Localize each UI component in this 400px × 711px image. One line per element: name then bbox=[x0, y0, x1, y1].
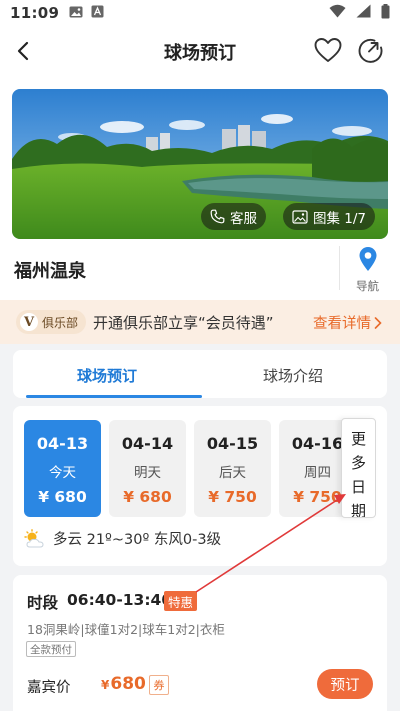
payment-type-badge: 全款预付 bbox=[26, 641, 76, 657]
date-card-day: 后天 bbox=[219, 465, 246, 481]
date-card-0414[interactable]: 04-14 明天 ¥ 680 bbox=[109, 420, 186, 517]
gallery-button[interactable]: 图集 1/7 bbox=[283, 203, 376, 230]
app-notification-icon bbox=[91, 4, 104, 22]
tab-course-intro[interactable]: 球场介绍 bbox=[263, 365, 323, 386]
club-badge: V 俱乐部 bbox=[16, 310, 87, 334]
date-card-price: ¥ 680 bbox=[38, 488, 87, 506]
page-title: 球场预订 bbox=[164, 43, 236, 64]
view-details-label: 查看详情 bbox=[313, 316, 371, 332]
signal-icon bbox=[356, 4, 371, 22]
nav-bar: 球场预订 bbox=[0, 26, 400, 78]
phone-icon bbox=[210, 209, 225, 224]
active-tab-indicator bbox=[26, 395, 202, 398]
course-name: 福州温泉 bbox=[14, 261, 86, 282]
date-card-day: 明天 bbox=[134, 465, 161, 481]
battery-icon bbox=[381, 3, 390, 23]
status-time: 11:09 bbox=[10, 4, 60, 22]
slot-description: 18洞果岭|球僮1对2|球车1对2|衣柜 bbox=[27, 622, 225, 637]
vip-v-icon: V bbox=[20, 313, 38, 331]
date-card-price: ¥ 680 bbox=[123, 488, 172, 506]
chevron-right-icon bbox=[374, 316, 382, 329]
date-card-price: ¥ 750 bbox=[208, 488, 257, 506]
special-offer-badge: 特惠 bbox=[164, 591, 198, 611]
guest-price-value: 680 bbox=[110, 674, 146, 694]
map-pin-icon bbox=[359, 247, 376, 271]
status-bar: 11:09 bbox=[0, 0, 400, 26]
more-dates-char: 更 bbox=[350, 430, 366, 448]
currency-symbol: ¥ bbox=[101, 678, 110, 692]
date-card-date: 04-13 bbox=[36, 434, 89, 453]
weather-text: 多云 21º~30º 东风0-3级 bbox=[53, 532, 222, 548]
slot-time: 06:40-13:40 bbox=[67, 591, 173, 609]
guest-price: ¥680 bbox=[101, 674, 146, 694]
divider bbox=[339, 246, 340, 290]
date-card-date: 04-14 bbox=[121, 434, 174, 453]
date-card-0415[interactable]: 04-15 后天 ¥ 750 bbox=[194, 420, 271, 517]
tab-bar: 球场预订 球场介绍 bbox=[13, 350, 387, 398]
date-card-date: 04-15 bbox=[206, 434, 259, 453]
club-promo-banner[interactable]: V 俱乐部 开通俱乐部立享“会员待遇” 查看详情 bbox=[0, 300, 400, 344]
partly-cloudy-icon bbox=[24, 528, 44, 547]
gallery-count-label: 图集 1/7 bbox=[313, 210, 367, 227]
image-icon bbox=[292, 209, 308, 224]
chevron-left-icon bbox=[17, 41, 29, 61]
view-details-link[interactable]: 查看详情 bbox=[313, 312, 382, 333]
customer-service-label: 客服 bbox=[230, 210, 257, 227]
back-button[interactable] bbox=[8, 36, 38, 66]
tee-time-card: 时段 06:40-13:40 特惠 18洞果岭|球僮1对2|球车1对2|衣柜 全… bbox=[13, 575, 387, 711]
favorite-button[interactable] bbox=[314, 37, 344, 67]
more-dates-char: 期 bbox=[350, 502, 366, 518]
course-photo[interactable]: 客服 图集 1/7 bbox=[12, 89, 388, 239]
photo-notification-icon bbox=[69, 4, 83, 22]
weather-info: 多云 21º~30º 东风0-3级 bbox=[24, 528, 221, 549]
course-name-bar: 福州温泉 导航 bbox=[0, 240, 400, 296]
navigation-label: 导航 bbox=[356, 279, 379, 293]
more-dates-char: 多 bbox=[350, 454, 366, 472]
share-button[interactable] bbox=[356, 36, 386, 66]
share-icon bbox=[358, 38, 383, 63]
more-dates-button[interactable]: 更 多 日 期 bbox=[341, 418, 376, 518]
date-selector: 04-13 今天 ¥ 680 04-14 明天 ¥ 680 04-15 后天 ¥… bbox=[13, 406, 387, 566]
customer-service-button[interactable]: 客服 bbox=[201, 203, 266, 230]
slot-label: 时段 bbox=[27, 594, 59, 612]
date-card-day: 今天 bbox=[49, 465, 76, 481]
date-card-0413[interactable]: 04-13 今天 ¥ 680 bbox=[24, 420, 101, 517]
club-promo-text: 开通俱乐部立享“会员待遇” bbox=[93, 314, 274, 332]
wifi-icon bbox=[329, 4, 346, 22]
club-badge-label: 俱乐部 bbox=[42, 315, 79, 330]
heart-icon bbox=[314, 38, 342, 62]
book-button[interactable]: 预订 bbox=[317, 669, 373, 699]
guest-price-label: 嘉宾价 bbox=[27, 680, 71, 696]
navigation-button[interactable]: 导航 bbox=[345, 246, 390, 294]
coupon-badge[interactable]: 券 bbox=[149, 675, 169, 695]
tab-course-booking[interactable]: 球场预订 bbox=[77, 365, 137, 386]
more-dates-char: 日 bbox=[350, 478, 366, 496]
